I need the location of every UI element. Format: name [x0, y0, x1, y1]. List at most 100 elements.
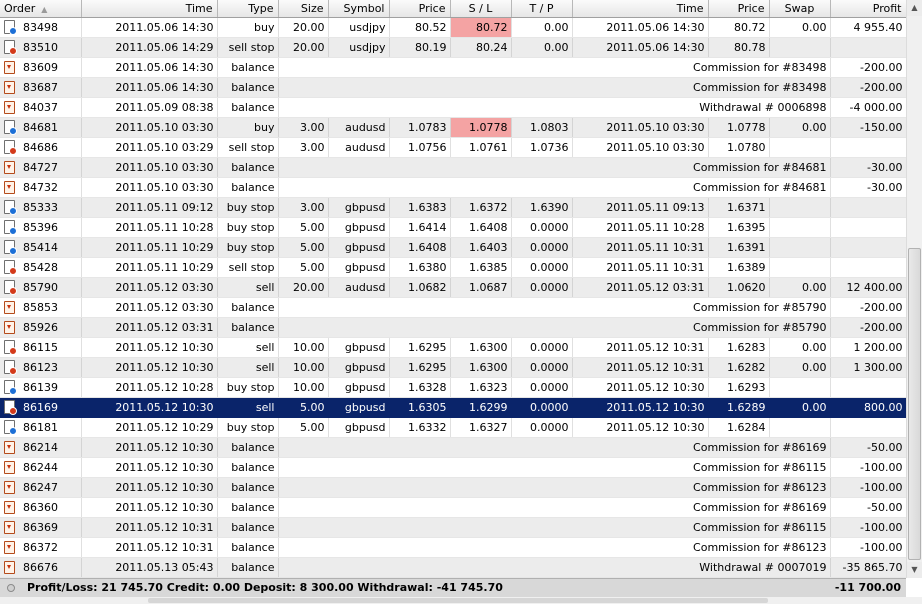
table-row[interactable]: 83498 2011.05.06 14:30 buy 20.00 usdjpy 80.52…	[0, 17, 906, 38]
time-cell: 2011.05.12 10:28	[81, 377, 218, 398]
table-row[interactable]: 86360 2011.05.12 10:30 balance Commission f…	[0, 497, 906, 518]
symbol-cell: gbpusd	[328, 197, 390, 218]
type-cell: buy stop	[217, 417, 279, 438]
table-row[interactable]: 86123 2011.05.12 10:30 sell 10.00 gbpusd 1.62…	[0, 357, 906, 378]
scroll-up-arrow-icon[interactable]: ▲	[907, 0, 922, 16]
swap-cell: 0.00	[769, 17, 831, 38]
type-cell: sell stop	[217, 257, 279, 278]
table-row[interactable]: 84727 2011.05.10 03:30 balance Commission f…	[0, 157, 906, 178]
table-row[interactable]: 84037 2011.05.09 08:38 balance Withdrawal #…	[0, 97, 906, 118]
swap-cell	[769, 417, 831, 438]
comment-cell: Commission for #86169	[278, 437, 831, 458]
column-header-label: Order	[4, 2, 36, 15]
sl-cell: 80.24	[450, 37, 512, 58]
horizontal-scrollbar[interactable]	[0, 597, 922, 604]
comment-cell: Commission for #85790	[278, 297, 831, 318]
table-row[interactable]: 86244 2011.05.12 10:30 balance Commission f…	[0, 457, 906, 478]
vertical-scrollbar[interactable]: ▲ ▼	[906, 0, 922, 578]
table-row[interactable]: 85333 2011.05.11 09:12 buy stop 3.00 gbpusd 1…	[0, 197, 906, 218]
column-header-tp[interactable]: T / P	[511, 0, 573, 18]
column-header-order[interactable]: Order ▲	[0, 0, 82, 18]
size-cell: 10.00	[278, 337, 329, 358]
column-header-symbol[interactable]: Symbol	[328, 0, 390, 18]
table-row-selected[interactable]: 86169 2011.05.12 10:30 sell 5.00 gbpusd 1.630…	[0, 397, 906, 418]
column-header-swap[interactable]: Swap	[769, 0, 831, 18]
order-number: 86372	[23, 541, 58, 554]
tp-cell: 1.0736	[511, 137, 573, 158]
symbol-cell: audusd	[328, 277, 390, 298]
column-header-size[interactable]: Size	[278, 0, 329, 18]
table-row[interactable]: 86369 2011.05.12 10:31 balance Commission f…	[0, 517, 906, 538]
comment-cell: Withdrawal # 0007019	[278, 557, 831, 578]
tp-cell: 0.0000	[511, 257, 573, 278]
type-cell: balance	[217, 77, 279, 98]
order-number: 86181	[23, 421, 58, 434]
close-time-cell: 2011.05.06 14:30	[572, 17, 709, 38]
balance-icon	[4, 80, 15, 94]
table-row[interactable]: 85926 2011.05.12 03:31 balance Commission f…	[0, 317, 906, 338]
table-row[interactable]: 86372 2011.05.12 10:31 balance Commission f…	[0, 537, 906, 558]
time-cell: 2011.05.12 10:30	[81, 477, 218, 498]
order-number: 85428	[23, 261, 58, 274]
time-cell: 2011.05.12 10:29	[81, 417, 218, 438]
price-cell: 1.6414	[389, 217, 451, 238]
table-row[interactable]: 86676 2011.05.13 05:43 balance Withdrawal #…	[0, 557, 906, 578]
order-number: 83510	[23, 41, 58, 54]
sl-cell: 1.6327	[450, 417, 512, 438]
order-number: 85790	[23, 281, 58, 294]
table-row[interactable]: 85853 2011.05.12 03:30 balance Commission f…	[0, 297, 906, 318]
price-cell: 1.6332	[389, 417, 451, 438]
table-row[interactable]: 84686 2011.05.10 03:29 sell stop 3.00 audusd…	[0, 137, 906, 158]
table-row[interactable]: 86139 2011.05.12 10:28 buy stop 10.00 gbpusd…	[0, 377, 906, 398]
profit-cell: -50.00	[830, 497, 906, 518]
column-header-type[interactable]: Type	[217, 0, 279, 18]
balance-icon	[4, 460, 15, 474]
type-cell: sell	[217, 357, 279, 378]
table-row[interactable]: 85396 2011.05.11 10:28 buy stop 5.00 gbpusd 1…	[0, 217, 906, 238]
price-cell: 1.6328	[389, 377, 451, 398]
horizontal-scrollbar-thumb[interactable]	[148, 598, 768, 603]
scrollbar-thumb[interactable]	[908, 248, 921, 560]
order-number: 84686	[23, 141, 58, 154]
swap-cell	[769, 217, 831, 238]
type-cell: balance	[217, 457, 279, 478]
table-row[interactable]: 83687 2011.05.06 14:30 balance Commission f…	[0, 77, 906, 98]
size-cell: 5.00	[278, 417, 329, 438]
scroll-down-arrow-icon[interactable]: ▼	[907, 562, 922, 578]
size-cell: 3.00	[278, 197, 329, 218]
price-cell: 80.52	[389, 17, 451, 38]
order-cell: 86247	[0, 477, 82, 498]
summary-row[interactable]: Profit/Loss: 21 745.70 Credit: 0.00 Depo…	[0, 578, 906, 597]
table-row[interactable]: 84732 2011.05.10 03:30 balance Commission f…	[0, 177, 906, 198]
symbol-cell: usdjpy	[328, 37, 390, 58]
column-header-price[interactable]: Price	[389, 0, 451, 18]
column-header-time[interactable]: Time	[81, 0, 218, 18]
column-header-sl[interactable]: S / L	[450, 0, 512, 18]
profit-cell: -200.00	[830, 297, 906, 318]
table-row[interactable]: 84681 2011.05.10 03:30 buy 3.00 audusd 1.0783…	[0, 117, 906, 138]
table-row[interactable]: 85428 2011.05.11 10:29 sell stop 5.00 gbpusd…	[0, 257, 906, 278]
table-row[interactable]: 85414 2011.05.11 10:29 buy stop 5.00 gbpusd 1…	[0, 237, 906, 258]
time-cell: 2011.05.12 10:30	[81, 457, 218, 478]
profit-cell: 4 955.40	[830, 17, 906, 38]
close-price-cell: 1.6283	[708, 337, 770, 358]
column-header-close-time[interactable]: Time	[572, 0, 709, 18]
tp-cell: 0.0000	[511, 377, 573, 398]
time-cell: 2011.05.10 03:30	[81, 117, 218, 138]
order-number: 86169	[23, 401, 58, 414]
table-row[interactable]: 83510 2011.05.06 14:29 sell stop 20.00 usdjp…	[0, 37, 906, 58]
order-number: 86123	[23, 361, 58, 374]
table-row[interactable]: 86115 2011.05.12 10:30 sell 10.00 gbpusd 1.62…	[0, 337, 906, 358]
column-header-close-price[interactable]: Price	[708, 0, 770, 18]
sl-cell: 1.0687	[450, 277, 512, 298]
sl-cell: 1.0761	[450, 137, 512, 158]
table-row[interactable]: 86214 2011.05.12 10:30 balance Commission f…	[0, 437, 906, 458]
time-cell: 2011.05.06 14:30	[81, 57, 218, 78]
table-row[interactable]: 86247 2011.05.12 10:30 balance Commission f…	[0, 477, 906, 498]
table-row[interactable]: 86181 2011.05.12 10:29 buy stop 5.00 gbpusd 1…	[0, 417, 906, 438]
table-row[interactable]: 83609 2011.05.06 14:30 balance Commission f…	[0, 57, 906, 78]
column-header-profit[interactable]: Profit	[830, 0, 906, 18]
table-row[interactable]: 85790 2011.05.12 03:30 sell 20.00 audusd 1.06…	[0, 277, 906, 298]
order-cell: 86139	[0, 377, 82, 398]
order-cell: 86123	[0, 357, 82, 378]
